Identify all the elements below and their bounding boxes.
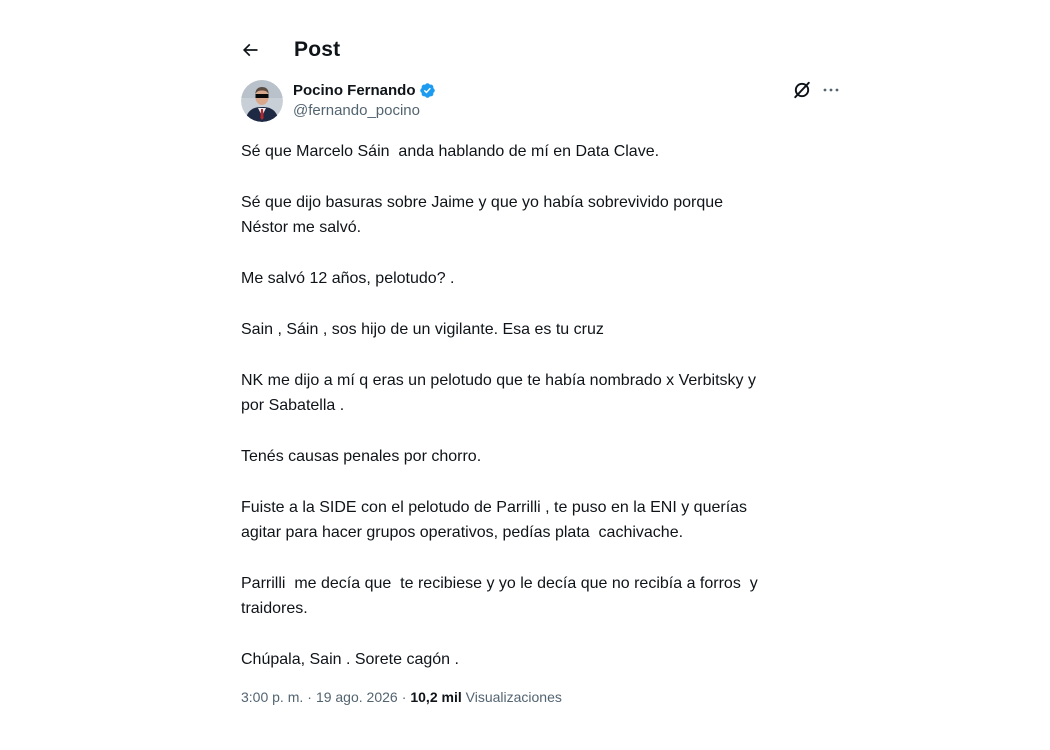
post-header: Post [240,34,340,66]
back-button[interactable] [236,36,264,64]
avatar-photo [241,80,283,122]
meta-separator: · [307,689,312,705]
post-paragraph: Fuiste a la SIDE con el pelotudo de Parr… [241,499,748,541]
post-text: Sé que Marcelo Sáin anda hablando de mí … [241,139,841,698]
author-handle[interactable]: @fernando_pocino [293,102,436,119]
page-title: Post [294,38,341,61]
grok-slash-circle-icon[interactable] [792,80,812,100]
post-paragraph: Chúpala, Sain . Sorete cagón . [241,651,459,668]
post-date[interactable]: 19 ago. 2026 [316,689,398,705]
post-paragraph: Parrilli me decía que te recibiese y yo … [241,575,758,617]
views-label[interactable]: Visualizaciones [466,689,562,705]
post-paragraph: Sain , Sáin , sos hijo de un vigilante. … [241,321,604,338]
post-paragraph: Me salvó 12 años, pelotudo? . [241,270,455,287]
post-paragraph: Tenés causas penales por chorro. [241,448,482,465]
post-meta: 3:00 p. m. · 19 ago. 2026 · 10,2 mil Vis… [241,689,562,705]
views-count: 10,2 mil [410,689,462,705]
post-paragraph: Sé que dijo basuras sobre Jaime y que yo… [241,194,724,236]
more-horizontal-icon[interactable] [821,80,841,100]
post-author: Pocino Fernando @fernando_pocino [241,78,841,124]
verified-badge-icon [419,82,436,99]
arrow-left-icon [242,43,258,57]
post-time[interactable]: 3:00 p. m. [241,689,303,705]
post-paragraph: Sé que Marcelo Sáin anda hablando de mí … [241,143,660,160]
post-paragraph: NK me dijo a mí q eras un pelotudo que t… [241,372,756,414]
avatar[interactable] [241,80,283,122]
display-name-row: Pocino Fernando [293,80,436,100]
meta-separator: · [401,689,407,705]
display-name[interactable]: Pocino Fernando [293,82,416,99]
author-names: Pocino Fernando @fernando_pocino [293,80,436,119]
